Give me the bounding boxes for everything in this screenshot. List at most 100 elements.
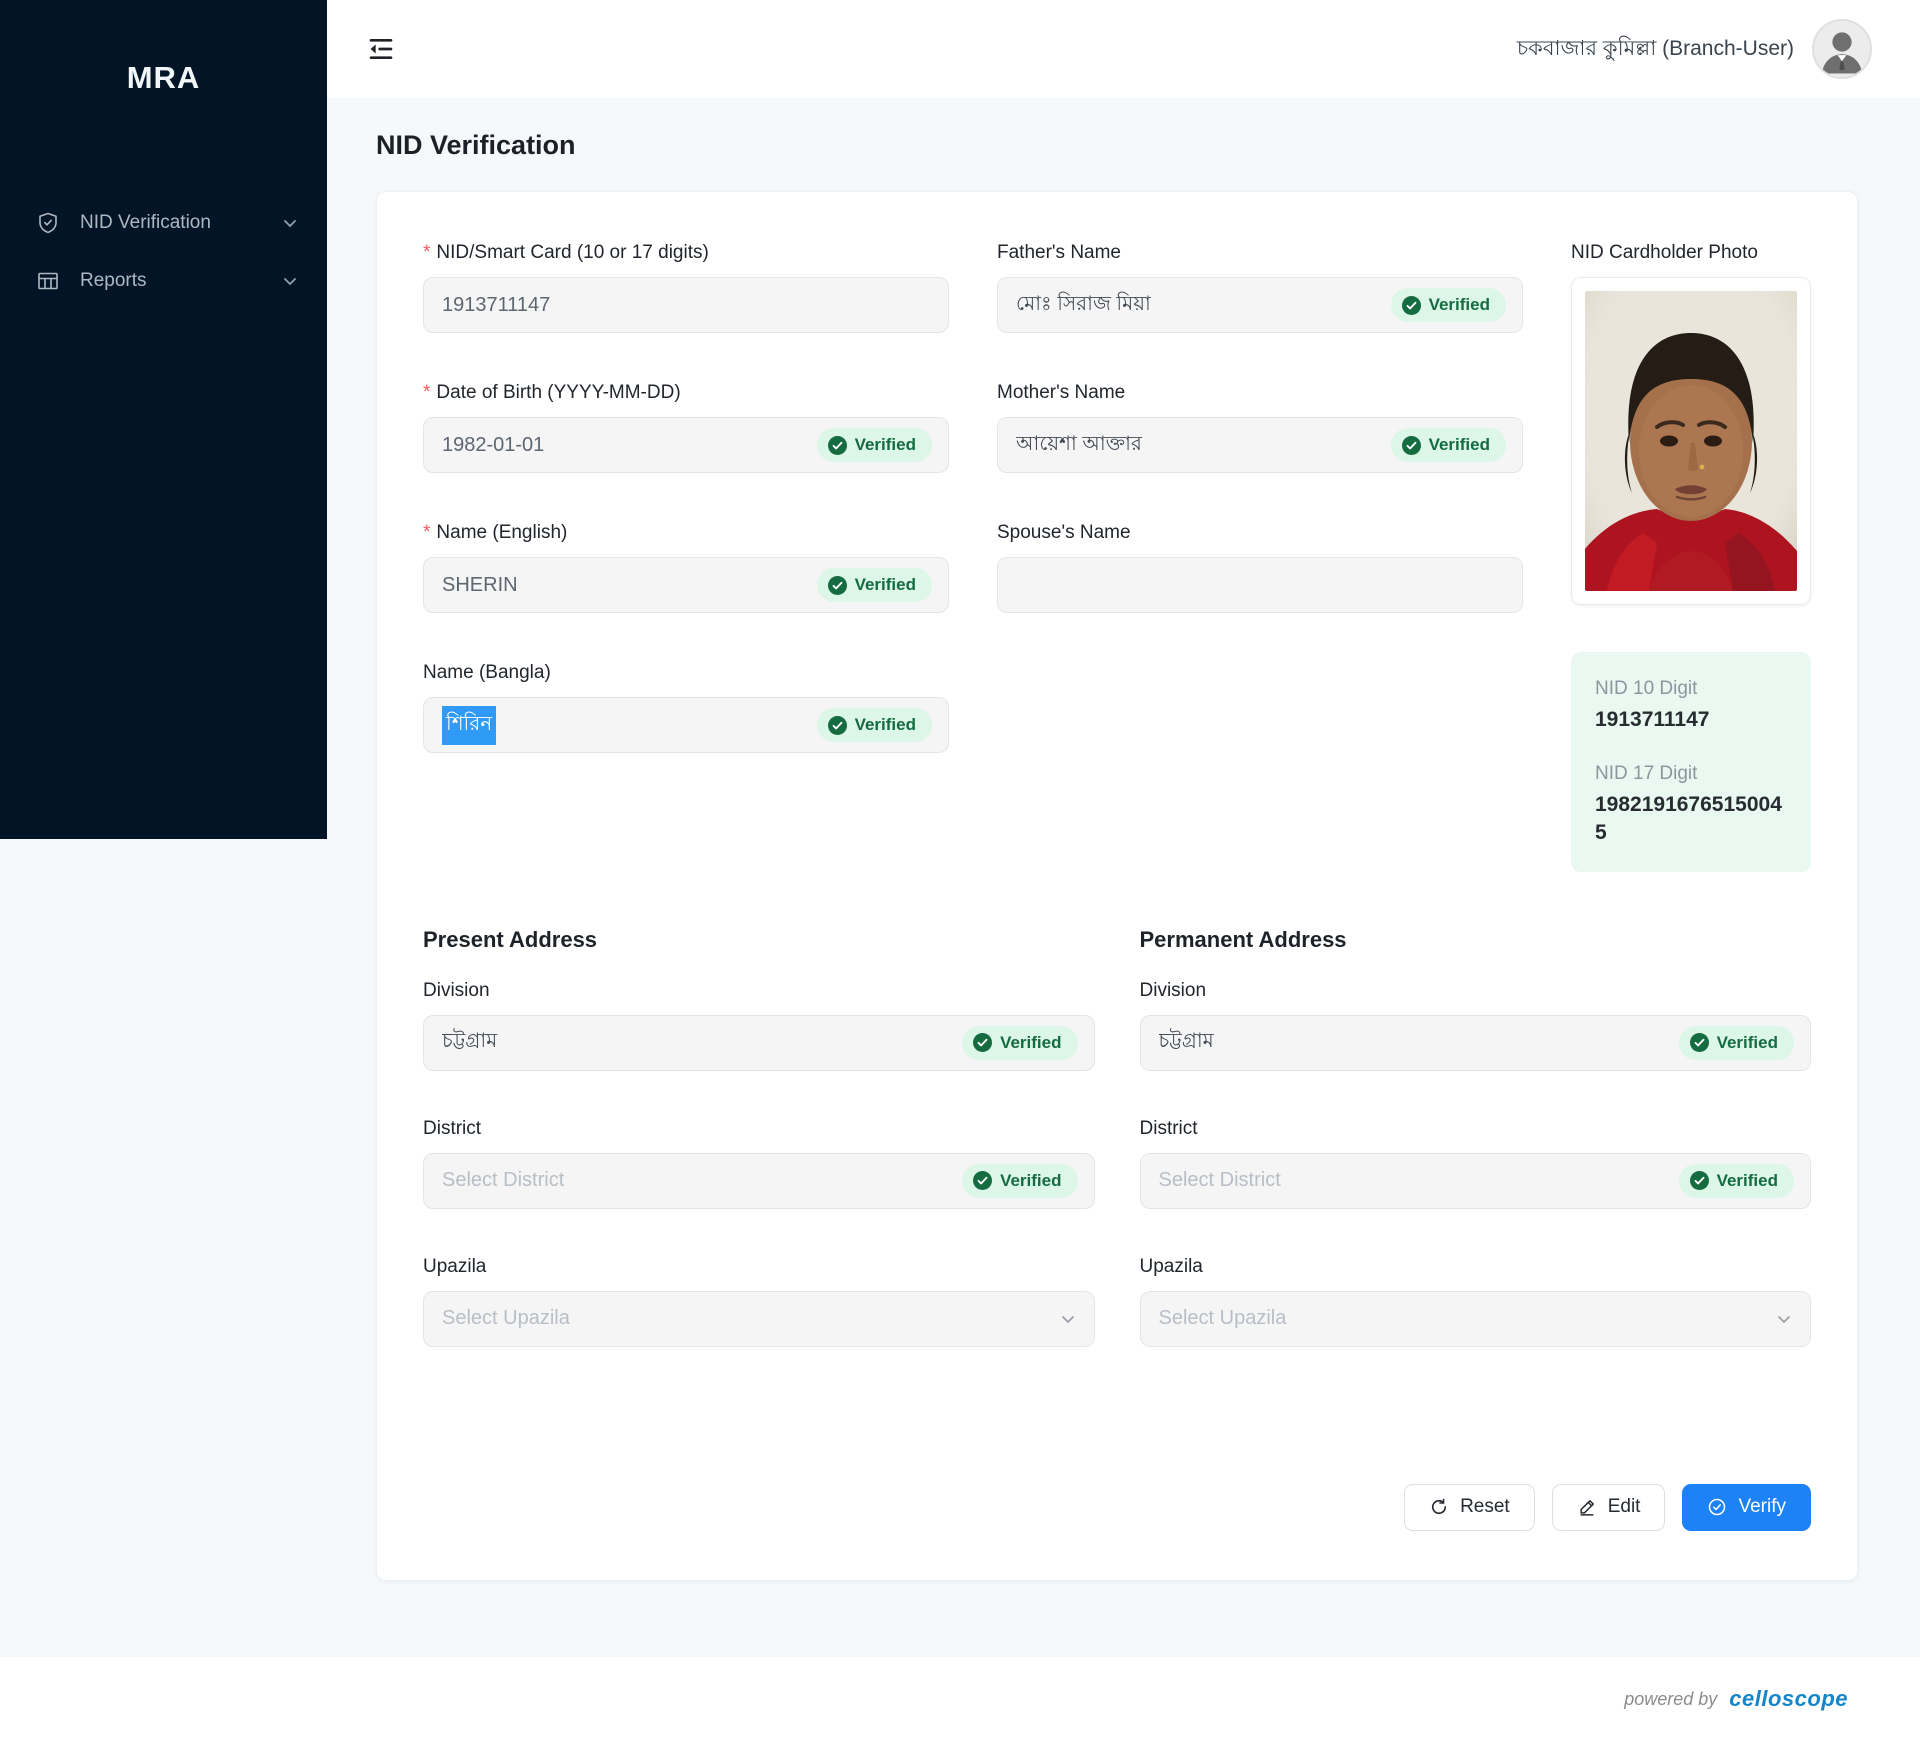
verified-badge-label: Verified — [1716, 1032, 1778, 1052]
father-name-field-label: Father's Name — [997, 242, 1122, 263]
required-marker: * — [423, 382, 431, 403]
verified-badge: Verified — [1390, 428, 1506, 462]
verified-badge-label: Verified — [854, 435, 916, 454]
check-circle-icon — [1709, 1499, 1726, 1516]
check-circle-icon — [827, 715, 847, 735]
form-grid: * NID/Smart Card (10 or 17 digits) 191371… — [423, 242, 1811, 872]
form-column-left: * NID/Smart Card (10 or 17 digits) 191371… — [423, 242, 949, 872]
dob-input-value: 1982-01-01 — [442, 433, 545, 456]
check-circle-icon — [1689, 1033, 1709, 1053]
present-district-select[interactable]: Select District Verified — [423, 1152, 1095, 1209]
verified-badge-label: Verified — [854, 715, 916, 734]
nid-verification-card: * NID/Smart Card (10 or 17 digits) 191371… — [376, 191, 1858, 1581]
permanent-upazila-placeholder: Select Upazila — [1158, 1307, 1287, 1330]
permanent-upazila-select[interactable]: Select Upazila — [1139, 1290, 1811, 1347]
photo-label: NID Cardholder Photo — [1571, 242, 1758, 263]
sidebar-collapse-button[interactable] — [361, 29, 401, 69]
permanent-division-input[interactable]: চট্টগ্রাম Verified — [1139, 1014, 1811, 1071]
verify-button[interactable]: Verify — [1682, 1483, 1811, 1531]
celloscope-brand: celloscope — [1729, 1686, 1848, 1711]
permanent-division-field-group: Division চট্টগ্রাম Verified — [1139, 980, 1811, 1071]
nid-field-label: * NID/Smart Card (10 or 17 digits) — [423, 242, 709, 263]
form-column-middle: Father's Name মোঃ সিরাজ মিয়া Verified M… — [997, 242, 1523, 872]
nid-field-group: * NID/Smart Card (10 or 17 digits) 191371… — [423, 242, 949, 333]
person-icon — [1814, 21, 1870, 77]
avatar[interactable] — [1812, 19, 1872, 79]
verified-badge: Verified — [1678, 1163, 1794, 1198]
sidebar-item-nid-verification[interactable]: NID Verification — [0, 194, 327, 252]
verified-badge: Verified — [816, 568, 932, 602]
present-division-input[interactable]: চট্টগ্রাম Verified — [423, 1014, 1095, 1071]
dob-input[interactable]: 1982-01-01 Verified — [423, 417, 949, 473]
permanent-district-label: District — [1139, 1117, 1198, 1139]
present-upazila-label: Upazila — [423, 1255, 487, 1277]
spouse-name-field-group: Spouse's Name — [997, 522, 1523, 613]
top-header: চকবাজার কুমিল্লা (Branch-User) — [327, 0, 1920, 98]
sidebar-item-label: Reports — [80, 270, 147, 291]
present-district-label: District — [423, 1117, 482, 1139]
present-upazila-select[interactable]: Select Upazila — [423, 1290, 1095, 1347]
verified-badge: Verified — [1678, 1025, 1794, 1060]
present-upazila-placeholder: Select Upazila — [442, 1307, 570, 1330]
app-logo: MRA — [126, 60, 201, 95]
father-name-input[interactable]: মোঃ সিরাজ মিয়া Verified — [997, 277, 1523, 333]
father-name-input-value: মোঃ সিরাজ মিয়া — [1016, 292, 1151, 315]
check-circle-icon — [827, 435, 847, 455]
verified-badge-label: Verified — [1000, 1032, 1062, 1052]
required-marker: * — [423, 242, 431, 263]
verified-badge-label: Verified — [1428, 435, 1490, 454]
present-division-label: Division — [423, 979, 490, 1001]
edit-button-label: Edit — [1607, 1496, 1641, 1518]
present-division-field-group: Division চট্টগ্রাম Verified — [423, 980, 1095, 1071]
sidebar-item-label: NID Verification — [80, 212, 211, 233]
dob-field-label: * Date of Birth (YYYY-MM-DD) — [423, 382, 681, 403]
nid10-value: 1913711147 — [1595, 708, 1710, 731]
chevron-down-icon — [1058, 1309, 1078, 1329]
present-district-placeholder: Select District — [442, 1169, 565, 1192]
verified-badge-label: Verified — [1428, 295, 1490, 314]
name-english-input[interactable]: SHERIN Verified — [423, 557, 949, 613]
name-bangla-input[interactable]: শিরিন Verified — [423, 697, 949, 753]
present-division-value: চট্টগ্রাম — [442, 1030, 498, 1053]
edit-button[interactable]: Edit — [1551, 1483, 1666, 1531]
sidebar: MRA NID Verification Reports — [0, 0, 327, 839]
nid-input-value: 1913711147 — [442, 293, 551, 316]
check-circle-icon — [1401, 435, 1421, 455]
page-title: NID Verification — [376, 130, 576, 160]
main-content: NID Verification * NID/Smart Card (10 or … — [327, 98, 1920, 1631]
table-icon — [36, 269, 60, 293]
action-buttons: Reset Edit Verify — [423, 1483, 1811, 1531]
name-bangla-field-group: Name (Bangla) শিরিন Verified — [423, 662, 949, 753]
permanent-upazila-label: Upazila — [1139, 1255, 1203, 1277]
verified-badge-label: Verified — [1000, 1170, 1062, 1190]
reset-button[interactable]: Reset — [1404, 1483, 1535, 1531]
chevron-down-icon — [281, 214, 299, 232]
present-address-title: Present Address — [423, 926, 598, 952]
permanent-district-field-group: District Select District Verified — [1139, 1117, 1811, 1209]
user-name: চকবাজার কুমিল্লা (Branch-User) — [1516, 36, 1794, 60]
verified-badge-label: Verified — [1716, 1170, 1778, 1190]
name-english-field-group: * Name (English) SHERIN Verified — [423, 522, 949, 613]
present-address-section: Present Address Division চট্টগ্রাম Verif… — [423, 927, 1095, 1394]
dob-field-group: * Date of Birth (YYYY-MM-DD) 1982-01-01 V… — [423, 382, 949, 473]
mother-name-field-label: Mother's Name — [997, 382, 1126, 403]
mother-name-input-value: আয়েশা আক্তার — [1016, 432, 1142, 455]
sidebar-item-reports[interactable]: Reports — [0, 252, 327, 310]
permanent-upazila-field-group: Upazila Select Upazila — [1139, 1255, 1811, 1347]
spouse-name-input[interactable] — [997, 557, 1523, 613]
mother-name-field-group: Mother's Name আয়েশা আক্তার Verified — [997, 382, 1523, 473]
mother-name-input[interactable]: আয়েশা আক্তার Verified — [997, 417, 1523, 473]
nid-input[interactable]: 1913711147 — [423, 277, 949, 333]
check-circle-icon — [973, 1033, 993, 1053]
page-footer: powered by celloscope — [0, 1657, 1920, 1741]
permanent-district-select[interactable]: Select District Verified — [1139, 1152, 1811, 1209]
reset-button-label: Reset — [1460, 1496, 1510, 1518]
father-name-field-group: Father's Name মোঃ সিরাজ মিয়া Verified — [997, 242, 1523, 333]
permanent-address-title: Permanent Address — [1139, 926, 1347, 952]
present-district-field-group: District Select District Verified — [423, 1118, 1095, 1209]
nid-cardholder-photo — [1571, 277, 1811, 605]
shield-icon — [36, 211, 60, 235]
nid17-value: 19821916765150045 — [1595, 793, 1782, 844]
name-bangla-field-label: Name (Bangla) — [423, 662, 551, 683]
verified-badge: Verified — [1390, 288, 1506, 322]
